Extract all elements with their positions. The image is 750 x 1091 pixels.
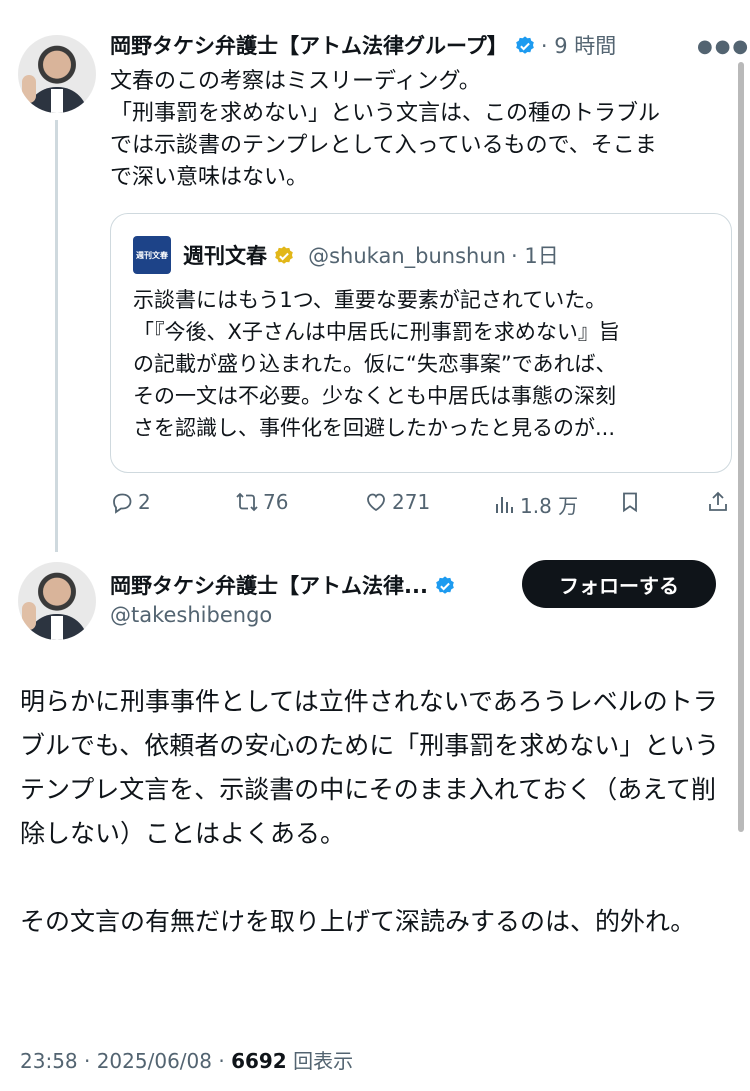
like-count: 271 [392,490,431,514]
quoted-author-logo: 週刊文春 [133,236,171,274]
reply-button[interactable]: 2 [110,490,151,514]
tweet-text: 明らかに刑事事件としては立件されないであろうレベルのトラブルでも、依頼者の安心の… [20,680,732,988]
tweet-text-line: 文春のこの考察はミスリーディング。 [110,69,481,94]
tweet-header: 岡野タケシ弁護士【アトム法律グループ】 · 9 時間 [110,30,730,60]
reply-count: 2 [138,490,151,514]
follow-button[interactable]: フォローする [522,560,716,608]
bookmark-icon [623,492,637,513]
tweet-text-line: で深い意味はない。 [110,165,309,190]
tweet-time[interactable]: · 9 時間 [541,34,616,58]
quoted-tweet-header: 週刊文春 @shukan_bunshun · 1日 [183,240,559,270]
views-icon [496,496,513,513]
reply-icon [113,493,132,514]
views-count: 1.8 万 [520,494,579,518]
scrollbar[interactable] [738,62,744,832]
quoted-author-name: 週刊文春 [183,244,267,268]
tweet-header: 岡野タケシ弁護士【アトム法律... [110,570,456,600]
verified-icon [515,36,534,54]
tweet-text: 文春のこの考察はミスリーディング。 「刑事罰を求めない」という文言は、この種のト… [110,66,735,194]
quoted-author-handle: @shukan_bunshun [308,244,506,268]
quoted-text-line: さを認識し、事件化を回避したかったと見るのが... [133,416,616,440]
verified-icon [275,246,293,264]
retweet-icon [236,492,258,512]
share-button[interactable] [706,490,734,514]
bookmark-button[interactable] [618,490,646,514]
tweet-action-bar: 2 76 271 1.8 万 [110,490,735,524]
tweet-paragraph: 明らかに刑事事件としては立件されないであろうレベルのトラブルでも、依頼者の安心の… [20,687,720,848]
thread-connector-line [55,120,58,552]
view-count: 6692 [231,1049,287,1073]
tweet-text-line: 「刑事罰を求めない」という文言は、この種のトラブル [110,101,661,126]
tweet-paragraph: その文言の有無だけを取り上げて深読みするのは、的外れ。 [20,907,696,936]
author-name[interactable]: 岡野タケシ弁護士【アトム法律グループ】 [110,34,508,58]
quoted-tweet-time: · 1日 [511,244,559,268]
retweet-button[interactable]: 76 [235,490,288,514]
author-handle[interactable]: @takeshibengo [110,603,272,627]
quoted-text-line: 示談書にはもう1つ、重要な要素が記されていた。 [133,288,607,312]
like-icon [367,493,385,512]
share-icon [709,491,727,511]
quoted-text-line: その一文は不必要。少なくとも中居氏は事態の深刻 [133,384,616,408]
author-avatar[interactable] [18,562,96,640]
retweet-count: 76 [263,490,289,514]
verified-icon [436,576,454,594]
tweet-footer: 23:58 · 2025/06/08 · 6692 回表示 [20,1045,353,1074]
quoted-text-line: 「『今後、X子さんは中居氏に刑事罰を求めない』旨 [133,320,620,344]
tweet-text-line: では示談書のテンプレとして入っているもので、そこま [110,133,657,158]
view-count-label: 回表示 [286,1049,354,1073]
author-name[interactable]: 岡野タケシ弁護士【アトム法律... [110,574,428,598]
like-button[interactable]: 271 [364,490,430,514]
author-avatar[interactable] [18,35,96,113]
more-icon[interactable]: ●●● [697,36,750,57]
quoted-tweet-text: 示談書にはもう1つ、重要な要素が記されていた。 「『今後、X子さんは中居氏に刑事… [133,284,718,444]
views-button[interactable]: 1.8 万 [492,490,578,519]
quoted-tweet-card[interactable]: 週刊文春 週刊文春 @shukan_bunshun · 1日 示談書にはもう1つ… [110,213,732,473]
quoted-text-line: の記載が盛り込まれた。仮に“失恋事案”であれば、 [133,352,617,376]
tweet-timestamp[interactable]: 23:58 · 2025/06/08 · [20,1049,231,1073]
